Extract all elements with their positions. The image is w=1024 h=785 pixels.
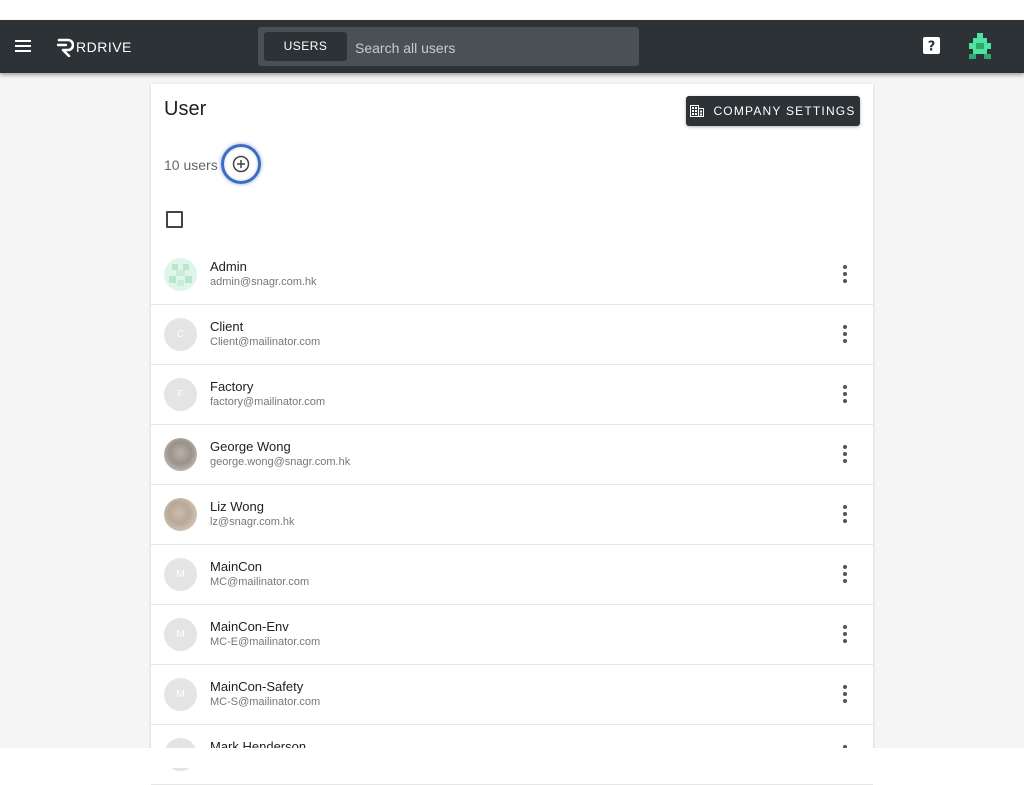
- user-name: Client: [210, 319, 244, 334]
- avatar: M: [164, 558, 197, 591]
- more-vert-icon[interactable]: [841, 325, 849, 343]
- search-input[interactable]: [353, 32, 627, 63]
- company-settings-button[interactable]: COMPANY SETTINGS: [686, 96, 860, 126]
- account-avatar[interactable]: [966, 32, 994, 60]
- user-row-admin[interactable]: Admin admin@snagr.com.hk: [151, 244, 873, 305]
- user-email: MC@mailinator.com: [210, 576, 310, 588]
- more-vert-icon[interactable]: [841, 385, 849, 403]
- bottom-margin: [0, 748, 1024, 768]
- user-name: MainCon-Env: [210, 619, 289, 634]
- user-name: MainCon-Safety: [210, 679, 304, 694]
- more-vert-icon[interactable]: [841, 685, 849, 703]
- company-settings-label: COMPANY SETTINGS: [713, 104, 856, 118]
- logo-mark-icon: [56, 38, 74, 57]
- avatar: F: [164, 378, 197, 411]
- top-margin: [0, 0, 1024, 20]
- user-row-maincon[interactable]: M MainCon MC@mailinator.com: [151, 544, 873, 605]
- more-vert-icon[interactable]: [841, 565, 849, 583]
- more-vert-icon[interactable]: [841, 505, 849, 523]
- menu-icon[interactable]: [14, 37, 32, 55]
- users-card: User COMPANY SETTINGS 10 users Admin adm…: [151, 84, 873, 785]
- user-count: 10 users: [164, 157, 218, 173]
- user-row-client[interactable]: C Client Client@mailinator.com: [151, 304, 873, 365]
- app-logo[interactable]: RDRIVE: [56, 36, 132, 58]
- more-vert-icon[interactable]: [841, 265, 849, 283]
- search-bar: USERS: [258, 27, 639, 66]
- user-row-liz-wong[interactable]: Liz Wong lz@snagr.com.hk: [151, 484, 873, 545]
- help-icon[interactable]: ?: [923, 37, 940, 54]
- user-email: george.wong@snagr.com.hk: [210, 456, 351, 468]
- user-row-factory[interactable]: F Factory factory@mailinator.com: [151, 364, 873, 425]
- select-all-checkbox[interactable]: [166, 211, 183, 228]
- search-scope-tab[interactable]: USERS: [264, 32, 347, 61]
- logo-text: RDRIVE: [76, 39, 132, 55]
- user-name: George Wong: [210, 439, 291, 454]
- avatar: [164, 438, 197, 471]
- user-name: MainCon: [210, 559, 263, 574]
- avatar: C: [164, 318, 197, 351]
- user-email: Client@mailinator.com: [210, 336, 321, 348]
- building-icon: [690, 105, 705, 117]
- avatar: M: [164, 618, 197, 651]
- user-email: factory@mailinator.com: [210, 396, 326, 408]
- user-row-george-wong[interactable]: George Wong george.wong@snagr.com.hk: [151, 424, 873, 485]
- add-circle-icon: [232, 155, 250, 173]
- page-title: User: [164, 98, 207, 120]
- user-email: MC-S@mailinator.com: [210, 696, 321, 708]
- user-name: Liz Wong: [210, 499, 264, 514]
- user-row-maincon-safety[interactable]: M MainCon-Safety MC-S@mailinator.com: [151, 664, 873, 725]
- user-email: MC-E@mailinator.com: [210, 636, 321, 648]
- more-vert-icon[interactable]: [841, 445, 849, 463]
- avatar: [164, 258, 197, 291]
- user-row-maincon-env[interactable]: M MainCon-Env MC-E@mailinator.com: [151, 604, 873, 665]
- more-vert-icon[interactable]: [841, 625, 849, 643]
- user-name: Admin: [210, 259, 247, 274]
- svg-text:?: ?: [928, 40, 936, 55]
- avatar: M: [164, 678, 197, 711]
- user-email: admin@snagr.com.hk: [210, 276, 317, 288]
- add-user-button[interactable]: [221, 144, 261, 184]
- app-bar: RDRIVE USERS ?: [0, 20, 1024, 73]
- user-email: lz@snagr.com.hk: [210, 516, 295, 528]
- avatar: [164, 498, 197, 531]
- user-name: Factory: [210, 379, 254, 394]
